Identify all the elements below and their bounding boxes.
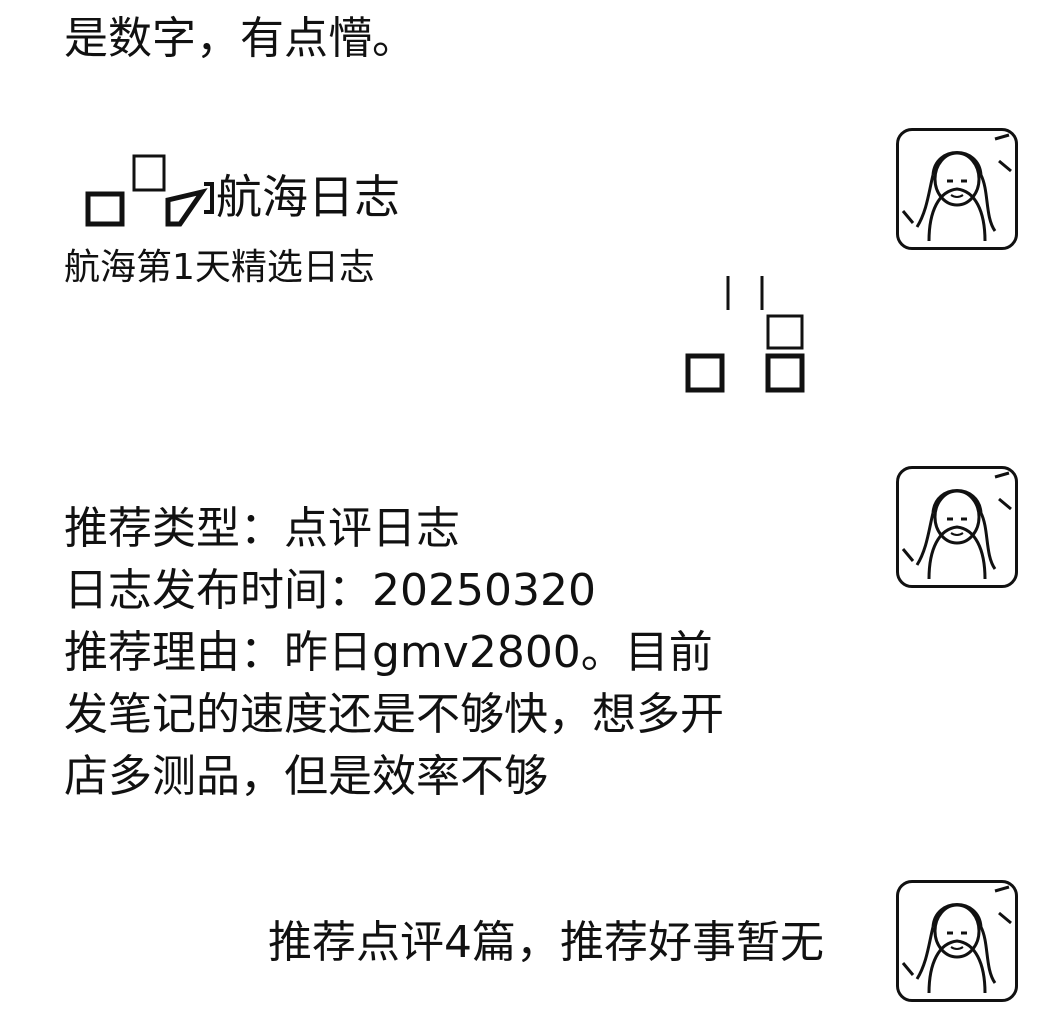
user-avatar-icon[interactable] [896,128,1018,250]
recommendation-publish-time: 日志发布时间：20250320 [64,565,596,616]
recommendation-type: 推荐类型：点评日志 [64,503,460,554]
file-glyph-icon[interactable] [684,272,810,396]
user-avatar-icon[interactable] [896,466,1018,588]
message-text-top: 是数字，有点懵。 [64,13,416,64]
journal-icon [84,152,214,232]
recommendation-reason-line: 发笔记的速度还是不够快，想多开 [64,689,724,740]
recommendation-reason-line: 推荐理由：昨日gmv2800。目前 [64,627,713,678]
card-subtitle: 航海第1天精选日志 [64,247,375,288]
recommendation-reason-line: 店多测品，但是效率不够 [64,751,548,802]
recommendation-message: 推荐类型：点评日志 日志发布时间：20250320 推荐理由：昨日gmv2800… [64,498,724,808]
summary-message: 推荐点评4篇，推荐好事暂无 [268,917,824,968]
user-avatar-icon[interactable] [896,880,1018,1002]
card-title[interactable]: 航海日志 [216,168,400,226]
